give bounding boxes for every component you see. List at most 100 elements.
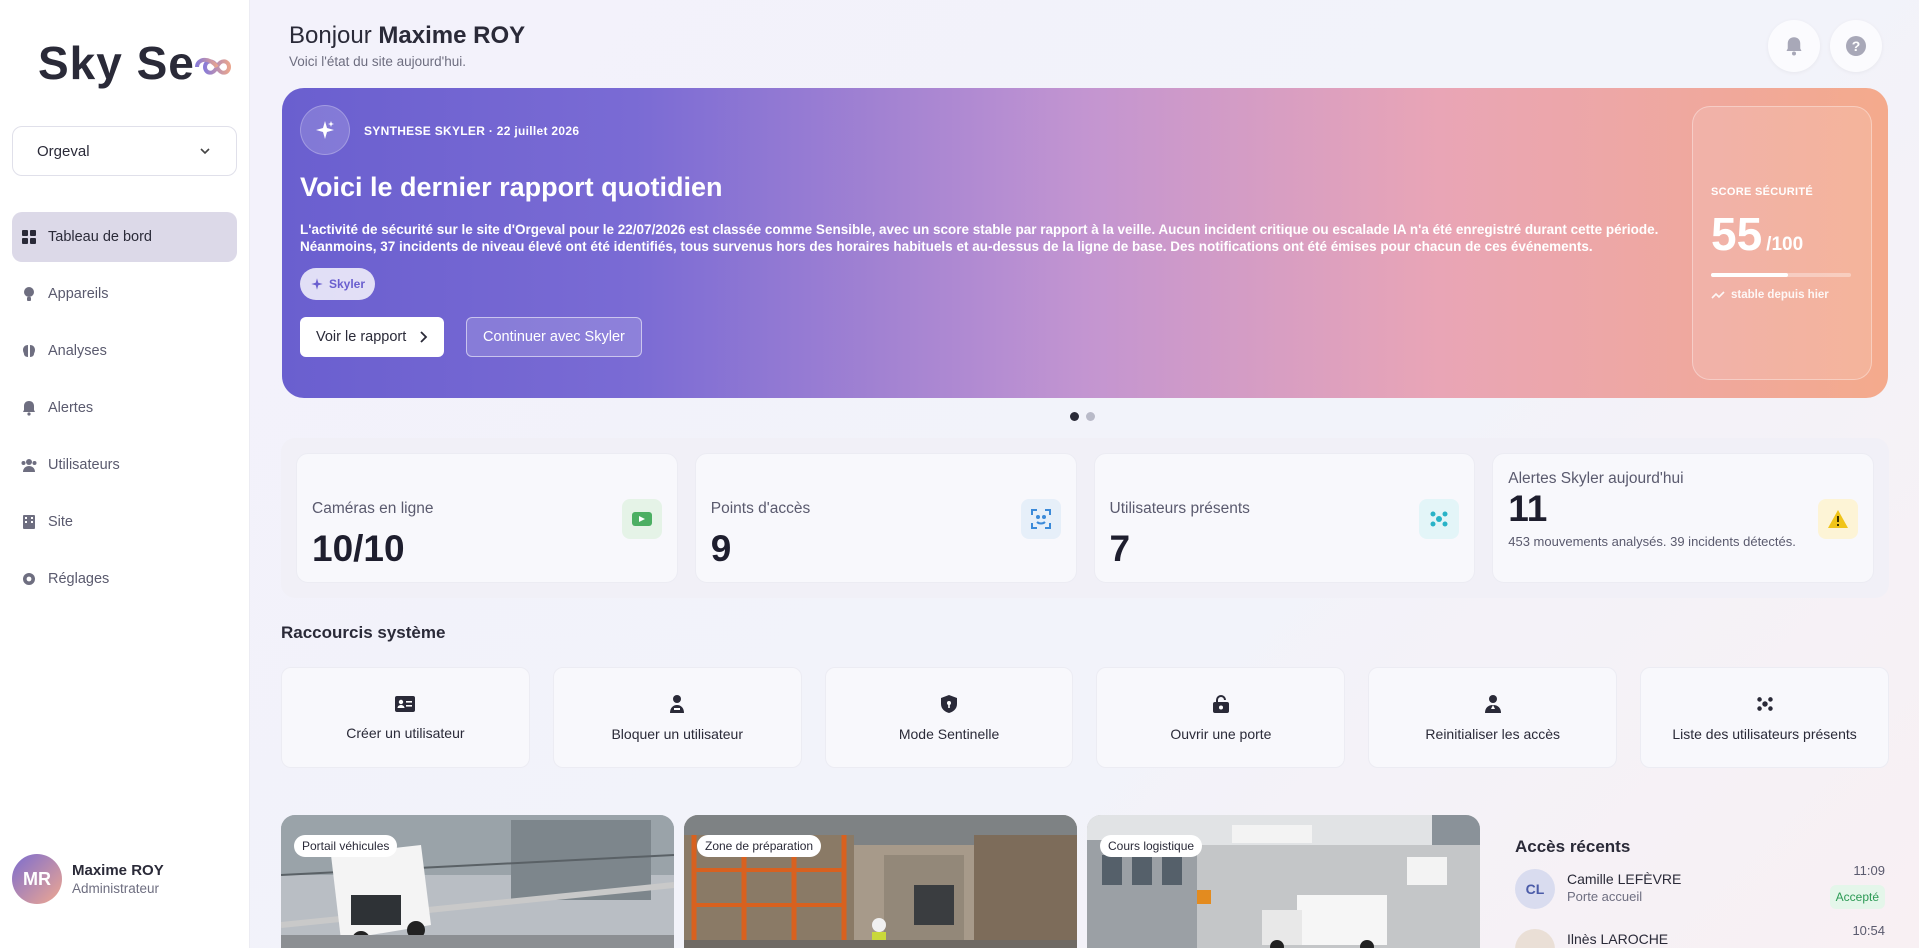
current-user[interactable]: MR Maxime ROY Administrateur <box>12 854 164 904</box>
recent-access-title: Accès récents <box>1515 837 1631 856</box>
shield-icon <box>941 694 958 713</box>
stat-value: 11 <box>1508 488 1548 529</box>
present-users-list-shortcut[interactable]: Liste des utilisateurs présents <box>1640 667 1889 768</box>
camera-label: Cours logistique <box>1100 835 1203 857</box>
sentinel-mode-shortcut[interactable]: Mode Sentinelle <box>824 667 1074 768</box>
camera-feeds: Portail véhicules Zone de préparation Co… <box>281 815 1480 948</box>
stat-value: 10/10 <box>312 528 405 569</box>
sidebar-item-label: Site <box>48 514 73 530</box>
reset-access-shortcut[interactable]: Reinitialiser les accès <box>1368 667 1618 768</box>
shortcut-label: Mode Sentinelle <box>898 725 1000 742</box>
camera-label: Zone de préparation <box>697 835 822 857</box>
report-title: Voici le dernier rapport quotidien <box>300 172 723 202</box>
sidebar-item-users[interactable]: Utilisateurs <box>12 440 237 490</box>
carousel-dot[interactable] <box>1086 412 1095 421</box>
access-row[interactable]: Ilnès LAROCHE 10:54 <box>1515 923 1885 948</box>
create-user-shortcut[interactable]: Créer un utilisateur <box>281 667 530 768</box>
score-progress <box>1711 273 1851 277</box>
daily-report-banner: SYNTHESE SKYLER · 22 juillet 2026 Voici … <box>282 88 1888 398</box>
sidebar-item-alerts[interactable]: Alertes <box>12 383 237 433</box>
sparkle-icon <box>300 105 350 155</box>
sidebar-item-label: Appareils <box>48 286 109 302</box>
id-card-icon <box>395 695 416 712</box>
stat-title: Points d'accès <box>710 500 811 517</box>
recent-access-panel: Accès récents CL Camille LEFÈVRE Porte a… <box>1515 815 1885 948</box>
sidebar-item-site[interactable]: Site <box>12 497 237 547</box>
building-icon <box>20 513 38 531</box>
site-select[interactable]: Orgeval <box>12 126 237 176</box>
avatar: MR <box>12 854 62 904</box>
user-reset-icon <box>1484 694 1501 713</box>
stat-title: Utilisateurs présents <box>1109 500 1250 517</box>
skyler-tag: Skyler <box>300 268 376 300</box>
avatar <box>1515 929 1555 948</box>
chevron-right-icon <box>420 331 428 343</box>
page-title: Bonjour Maxime ROY <box>289 22 526 49</box>
open-door-shortcut[interactable]: Ouvrir une porte <box>1096 667 1346 768</box>
stat-cameras[interactable]: Caméras en ligne 10/10 <box>296 453 678 583</box>
site-select-value: Orgeval <box>37 142 90 160</box>
stat-skyler-alerts[interactable]: Alertes Skyler aujourd'hui 11 453 mouvem… <box>1492 453 1874 583</box>
stat-detail: 453 mouvements analysés. 39 incidents dé… <box>1508 534 1796 549</box>
shortcut-label: Reinitialiser les accès <box>1425 725 1561 742</box>
camera-icon <box>621 499 662 539</box>
access-row[interactable]: CL Camille LEFÈVRE Porte accueil 11:09 A… <box>1515 863 1885 925</box>
svg-text:?: ? <box>1852 38 1861 54</box>
view-report-button[interactable]: Voir le rapport <box>300 317 445 357</box>
score-label: SCORE SÉCURITÉ <box>1711 186 1813 198</box>
stat-value: 9 <box>710 528 732 569</box>
chevron-down-icon <box>200 148 210 155</box>
access-time: 10:54 <box>1852 923 1885 938</box>
user-block-icon <box>670 694 685 713</box>
users-icon <box>20 456 38 474</box>
sidebar: Sky Se Orgeval Tableau de bord Appareils… <box>0 0 250 948</box>
score-trend: stable depuis hier <box>1711 289 1829 301</box>
logo[interactable]: Sky Se <box>38 36 241 90</box>
lightbulb-icon <box>20 285 38 303</box>
trend-icon <box>1711 291 1725 299</box>
unlock-icon <box>1212 694 1229 713</box>
access-time: 11:09 <box>1853 863 1885 878</box>
stat-present-users[interactable]: Utilisateurs présents 7 <box>1093 453 1476 583</box>
sidebar-item-label: Alertes <box>48 400 94 416</box>
shortcut-label: Créer un utilisateur <box>346 724 465 741</box>
avatar: CL <box>1515 869 1555 909</box>
continue-skyler-button[interactable]: Continuer avec Skyler <box>466 317 642 357</box>
help-button[interactable]: ? <box>1830 20 1882 72</box>
user-name: Maxime ROY <box>72 862 164 879</box>
report-kicker: SYNTHESE SKYLER · 22 juillet 2026 <box>364 124 580 138</box>
stat-access-points[interactable]: Points d'accès 9 <box>694 453 1077 583</box>
user-role: Administrateur <box>72 881 160 896</box>
sparkle-icon <box>311 278 323 290</box>
camera-feed[interactable]: Portail véhicules <box>281 815 674 948</box>
stat-title: Alertes Skyler aujourd'hui <box>1508 470 1684 487</box>
block-user-shortcut[interactable]: Bloquer un utilisateur <box>552 667 802 768</box>
status-badge: Accepté <box>1829 885 1885 909</box>
people-icon <box>1756 696 1773 711</box>
bell-icon <box>20 399 38 417</box>
sidebar-nav: Tableau de bord Appareils Analyses Alert… <box>12 212 237 611</box>
notifications-button[interactable] <box>1768 20 1820 72</box>
help-icon: ? <box>1846 36 1866 56</box>
score-progress-fill <box>1711 273 1788 277</box>
carousel-dot[interactable] <box>1070 412 1079 421</box>
warning-icon <box>1818 499 1858 539</box>
camera-label: Portail véhicules <box>294 835 398 857</box>
people-icon <box>1419 499 1460 539</box>
page-subtitle: Voici l'état du site aujourd'hui. <box>289 54 467 69</box>
sidebar-item-settings[interactable]: Réglages <box>12 554 237 604</box>
score-value: 55/100 <box>1711 208 1804 260</box>
shortcuts-list: Créer un utilisateur Bloquer un utilisat… <box>281 667 1889 768</box>
logo-text: Sky Se <box>38 37 195 89</box>
bell-icon <box>1786 37 1802 56</box>
brain-icon <box>20 342 38 360</box>
security-score-card: SCORE SÉCURITÉ 55/100 stable depuis hier <box>1692 106 1872 380</box>
sidebar-item-devices[interactable]: Appareils <box>12 269 237 319</box>
sidebar-item-dashboard[interactable]: Tableau de bord <box>12 212 237 262</box>
shortcuts-title: Raccourcis système <box>281 623 446 642</box>
sidebar-item-analyses[interactable]: Analyses <box>12 326 237 376</box>
camera-feed[interactable]: Zone de préparation <box>684 815 1077 948</box>
stat-value: 7 <box>1109 528 1131 569</box>
sidebar-item-label: Analyses <box>48 343 107 359</box>
camera-feed[interactable]: Cours logistique <box>1087 815 1480 948</box>
